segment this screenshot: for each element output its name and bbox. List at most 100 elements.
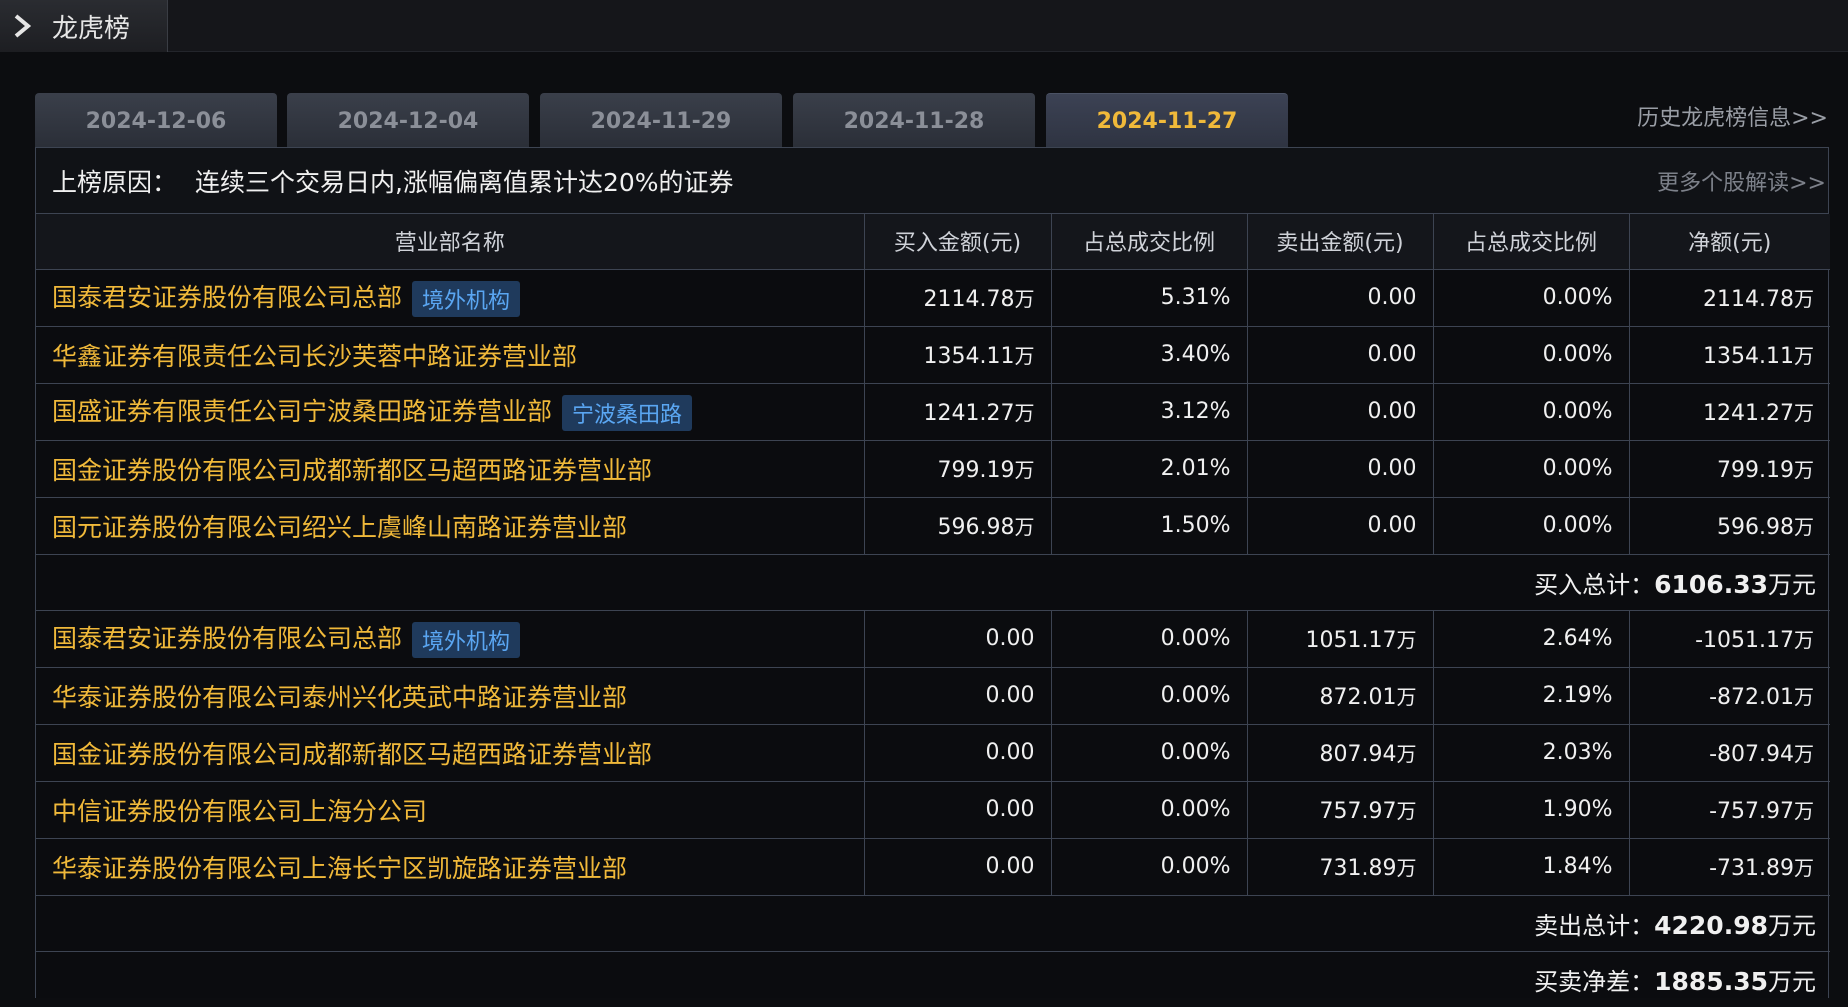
net-amount: 596.98万: [1628, 496, 1830, 555]
buy-ratio-value: 3.12%: [1160, 399, 1231, 424]
net-amount: 1354.11万: [1628, 325, 1830, 384]
sell-amount-value: 757.97: [1319, 799, 1397, 824]
net-amount-value: -731.89: [1709, 856, 1794, 881]
tab-date-active[interactable]: 2024-11-27: [1046, 93, 1288, 149]
sell-ratio: 0.00%: [1432, 325, 1630, 384]
buy-amount: 0.00: [863, 723, 1052, 782]
buy-total-unit: 万元: [1768, 570, 1816, 599]
sell-amount-value: 731.89: [1319, 856, 1397, 881]
column-header: 卖出金额(元): [1246, 214, 1434, 270]
column-header: 占总成交比例: [1050, 214, 1248, 270]
net-amount-value: 2114.78: [1703, 287, 1794, 312]
panel-header[interactable]: 龙虎榜: [0, 0, 168, 52]
sell-amount-value: 0.00: [1367, 285, 1417, 310]
net-amount-unit: 万: [1794, 742, 1814, 766]
broker-name[interactable]: 国金证券股份有限公司成都新都区马超西路证券营业部: [52, 740, 652, 769]
sell-amount: 0.00: [1246, 325, 1434, 384]
buy-amount-unit: 万: [1014, 344, 1035, 368]
table-row[interactable]: 国元证券股份有限公司绍兴上虞峰山南路证券营业部 596.98万 1.50% 0.00 0…: [36, 496, 1830, 555]
broker-name-cell[interactable]: 国金证券股份有限公司成都新都区马超西路证券营业部: [36, 723, 865, 782]
sell-amount: 0.00: [1246, 382, 1434, 441]
broker-name-cell[interactable]: 华泰证券股份有限公司上海长宁区凯旋路证券营业部: [36, 837, 865, 896]
broker-name[interactable]: 国元证券股份有限公司绍兴上虞峰山南路证券营业部: [52, 513, 627, 542]
broker-name-cell[interactable]: 国泰君安证券股份有限公司总部 境外机构: [36, 268, 865, 327]
table-row[interactable]: 国金证券股份有限公司成都新都区马超西路证券营业部 799.19万 2.01% 0.00…: [36, 439, 1830, 498]
table-row[interactable]: 国金证券股份有限公司成都新都区马超西路证券营业部 0.00 0.00% 807.94万…: [36, 723, 1830, 782]
more-analysis-link[interactable]: 更多个股解读>>: [1657, 165, 1826, 197]
buy-ratio-value: 0.00%: [1160, 626, 1231, 651]
buy-amount-unit: 万: [1014, 287, 1035, 311]
buy-amount-value: 0.00: [985, 797, 1035, 822]
broker-name-cell[interactable]: 华鑫证券有限责任公司长沙芙蓉中路证券营业部: [36, 325, 865, 384]
table-row[interactable]: 国泰君安证券股份有限公司总部 境外机构 0.00 0.00% 1051.17万 2.64%…: [36, 609, 1830, 668]
broker-name-cell[interactable]: 中信证券股份有限公司上海分公司: [36, 780, 865, 839]
table-row[interactable]: 中信证券股份有限公司上海分公司 0.00 0.00% 757.97万 1.90% -757…: [36, 780, 1830, 839]
table-row[interactable]: 国盛证券有限责任公司宁波桑田路证券营业部 宁波桑田路 1241.27万 3.12% 0.…: [36, 382, 1830, 441]
net-amount-unit: 万: [1794, 799, 1814, 823]
sell-total-label: 卖出总计：: [1534, 911, 1655, 940]
net-amount: 799.19万: [1628, 439, 1830, 498]
broker-name-cell[interactable]: 国泰君安证券股份有限公司总部 境外机构: [36, 609, 865, 668]
buy-ratio-value: 0.00%: [1160, 683, 1231, 708]
broker-name[interactable]: 国泰君安证券股份有限公司总部: [52, 283, 402, 312]
tab-date[interactable]: 2024-12-04: [287, 93, 529, 149]
tab-date[interactable]: 2024-11-28: [793, 93, 1035, 149]
broker-name-cell[interactable]: 华泰证券股份有限公司泰州兴化英武中路证券营业部: [36, 666, 865, 725]
buy-ratio: 3.12%: [1050, 382, 1248, 441]
buy-amount-value: 2114.78: [923, 287, 1015, 312]
buy-ratio: 0.00%: [1050, 780, 1248, 839]
buy-amount: 0.00: [863, 666, 1052, 725]
sell-ratio-value: 0.00%: [1542, 285, 1613, 310]
tab-date[interactable]: 2024-12-06: [35, 93, 277, 149]
sell-total-unit: 万元: [1768, 911, 1816, 940]
sell-amount: 757.97万: [1246, 780, 1434, 839]
sell-ratio: 0.00%: [1432, 439, 1630, 498]
sell-amount-unit: 万: [1396, 628, 1417, 652]
sell-amount: 0.00: [1246, 268, 1434, 327]
buy-amount: 0.00: [863, 837, 1052, 896]
buy-amount-value: 1241.27: [923, 401, 1015, 426]
buy-ratio: 0.00%: [1050, 609, 1248, 668]
sell-amount-unit: 万: [1396, 799, 1417, 823]
broker-name-cell[interactable]: 国金证券股份有限公司成都新都区马超西路证券营业部: [36, 439, 865, 498]
broker-name-cell[interactable]: 国元证券股份有限公司绍兴上虞峰山南路证券营业部: [36, 496, 865, 555]
buy-amount: 0.00: [863, 780, 1052, 839]
broker-name[interactable]: 华鑫证券有限责任公司长沙芙蓉中路证券营业部: [52, 342, 577, 371]
broker-name[interactable]: 中信证券股份有限公司上海分公司: [52, 797, 427, 826]
sell-ratio-value: 1.84%: [1542, 854, 1613, 879]
broker-name[interactable]: 国泰君安证券股份有限公司总部: [52, 624, 402, 653]
net-total-label: 买卖净差：: [1534, 967, 1655, 996]
column-header: 占总成交比例: [1432, 214, 1630, 270]
sell-ratio-value: 0.00%: [1542, 399, 1613, 424]
chevron-right-icon[interactable]: [8, 12, 36, 40]
sell-amount-unit: 万: [1396, 742, 1417, 766]
column-header: 净额(元): [1628, 214, 1830, 270]
sell-total-value: 4220.98: [1654, 910, 1768, 940]
broker-name[interactable]: 国盛证券有限责任公司宁波桑田路证券营业部: [52, 397, 552, 426]
sell-amount-unit: 万: [1396, 685, 1417, 709]
table-row[interactable]: 国泰君安证券股份有限公司总部 境外机构 2114.78万 5.31% 0.00 0.00%…: [36, 268, 1830, 327]
history-link[interactable]: 历史龙虎榜信息>>: [1637, 100, 1828, 132]
sell-ratio: 2.64%: [1432, 609, 1630, 668]
table-header: 营业部名称 买入金额(元) 占总成交比例 卖出金额(元) 占总成交比例 净额(元…: [36, 214, 1830, 270]
buy-total-value: 6106.33: [1654, 569, 1768, 599]
table-row[interactable]: 华泰证券股份有限公司泰州兴化英武中路证券营业部 0.00 0.00% 872.01万 2…: [36, 666, 1830, 725]
listing-reason: 上榜原因： 连续三个交易日内,涨幅偏离值累计达20%的证券 更多个股解读>>: [36, 148, 1828, 214]
broker-name[interactable]: 华泰证券股份有限公司泰州兴化英武中路证券营业部: [52, 683, 627, 712]
table-row[interactable]: 华泰证券股份有限公司上海长宁区凯旋路证券营业部 0.00 0.00% 731.89万 1…: [36, 837, 1830, 896]
buy-amount-value: 0.00: [985, 626, 1035, 651]
buy-total-row: 买入总计：6106.33万元: [36, 553, 1830, 611]
sell-amount: 1051.17万: [1246, 609, 1434, 668]
net-amount-unit: 万: [1794, 458, 1814, 482]
buy-ratio: 5.31%: [1050, 268, 1248, 327]
table-row[interactable]: 华鑫证券有限责任公司长沙芙蓉中路证券营业部 1354.11万 3.40% 0.00 0.…: [36, 325, 1830, 384]
broker-name[interactable]: 华泰证券股份有限公司上海长宁区凯旋路证券营业部: [52, 854, 627, 883]
net-amount: -807.94万: [1628, 723, 1830, 782]
buy-amount: 2114.78万: [863, 268, 1052, 327]
broker-tag-badge: 境外机构: [412, 281, 521, 317]
broker-name-cell[interactable]: 国盛证券有限责任公司宁波桑田路证券营业部 宁波桑田路: [36, 382, 865, 441]
broker-name[interactable]: 国金证券股份有限公司成都新都区马超西路证券营业部: [52, 456, 652, 485]
net-amount-unit: 万: [1794, 344, 1814, 368]
sell-ratio-value: 0.00%: [1542, 456, 1613, 481]
tab-date[interactable]: 2024-11-29: [540, 93, 782, 149]
